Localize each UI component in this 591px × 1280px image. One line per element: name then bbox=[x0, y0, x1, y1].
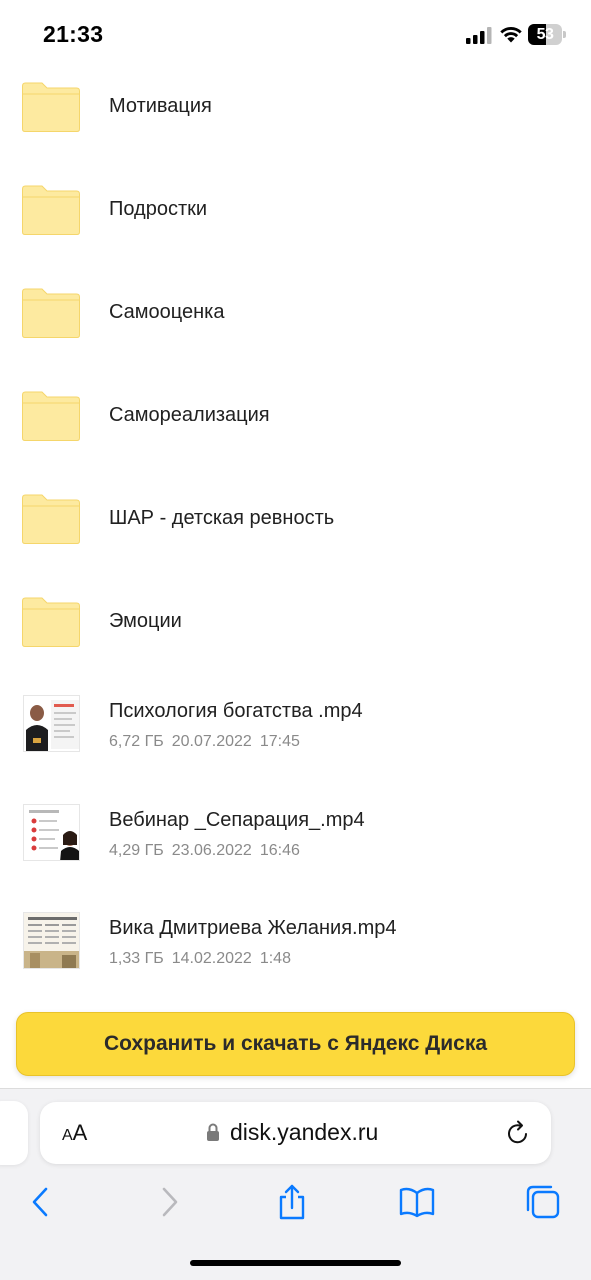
folder-icon bbox=[22, 597, 80, 647]
folder-name: ШАР - детская ревность bbox=[109, 507, 335, 529]
battery-body: 53 bbox=[528, 24, 562, 45]
battery-percent: 53 bbox=[536, 26, 554, 43]
folder-name: Подростки bbox=[109, 198, 208, 220]
folder-icon bbox=[22, 82, 80, 132]
folder-icon bbox=[22, 494, 80, 544]
home-indicator[interactable] bbox=[190, 1260, 401, 1266]
folder-name: Самооценка bbox=[109, 301, 225, 323]
file-time: 16:46 bbox=[259, 842, 300, 859]
status-time: 21:33 bbox=[43, 21, 104, 47]
file-time: 17:45 bbox=[259, 733, 300, 750]
lock-icon bbox=[207, 1123, 219, 1141]
file-time: 1:48 bbox=[259, 950, 291, 967]
file-meta: 4,29 ГБ 23.06.2022 16:46 bbox=[109, 842, 308, 860]
wifi-icon bbox=[500, 26, 522, 43]
folder-name: Эмоции bbox=[109, 610, 182, 632]
reload-icon[interactable] bbox=[506, 1120, 530, 1146]
bookmarks-icon[interactable] bbox=[399, 1184, 435, 1220]
file-item[interactable]: Вебинар _Сепарация_.mp4 4,29 ГБ 23.06.202… bbox=[0, 799, 591, 869]
file-item[interactable]: Вика Дмитриева Желания.mp4 1,33 ГБ 14.02.… bbox=[0, 907, 591, 977]
share-icon[interactable] bbox=[274, 1184, 310, 1220]
aa-large-letter: A bbox=[72, 1120, 88, 1145]
folder-name: Мотивация bbox=[109, 95, 212, 117]
file-size: 4,29 ГБ bbox=[109, 842, 164, 859]
folder-item[interactable]: Самореализация bbox=[0, 379, 591, 459]
file-name: Вика Дмитриева Желания.mp4 bbox=[109, 917, 397, 939]
file-date: 20.07.2022 bbox=[171, 733, 252, 750]
file-size: 1,33 ГБ bbox=[109, 950, 164, 967]
file-date: 23.06.2022 bbox=[171, 842, 252, 859]
folder-item[interactable]: Эмоции bbox=[0, 585, 591, 665]
status-bar: 21:33 53 bbox=[0, 0, 591, 70]
video-thumbnail-speaker bbox=[23, 695, 80, 752]
folder-item[interactable]: Мотивация bbox=[0, 70, 591, 150]
reader-settings-button[interactable]: AA bbox=[62, 1120, 87, 1146]
previous-tab-edge[interactable] bbox=[0, 1101, 28, 1165]
save-and-download-button[interactable]: Сохранить и скачать с Яндекс Диска bbox=[16, 1012, 575, 1076]
url-text[interactable]: disk.yandex.ru bbox=[230, 1119, 378, 1146]
back-icon[interactable] bbox=[23, 1184, 59, 1220]
folder-item[interactable]: Подростки bbox=[0, 173, 591, 253]
folder-name: Самореализация bbox=[109, 404, 270, 426]
file-item[interactable]: Психология богатства .mp4 6,72 ГБ 20.07.2… bbox=[0, 690, 591, 760]
file-meta: 6,72 ГБ 20.07.2022 17:45 bbox=[109, 733, 308, 751]
folder-item[interactable]: ШАР - детская ревность bbox=[0, 482, 591, 562]
video-thumbnail-document bbox=[23, 912, 80, 969]
battery-icon: 53 bbox=[528, 24, 566, 45]
browser-toolbar: AA disk.yandex.ru bbox=[0, 1088, 591, 1280]
file-name: Психология богатства .mp4 bbox=[109, 700, 363, 722]
cellular-signal-icon bbox=[466, 27, 492, 44]
address-bar[interactable]: AA disk.yandex.ru bbox=[40, 1102, 551, 1164]
folder-icon bbox=[22, 185, 80, 235]
folder-item[interactable]: Самооценка bbox=[0, 276, 591, 356]
file-size: 6,72 ГБ bbox=[109, 733, 164, 750]
file-name: Вебинар _Сепарация_.mp4 bbox=[109, 809, 365, 831]
file-meta: 1,33 ГБ 14.02.2022 1:48 bbox=[109, 950, 299, 968]
file-date: 14.02.2022 bbox=[171, 950, 252, 967]
forward-icon[interactable] bbox=[151, 1184, 187, 1220]
video-thumbnail-slides bbox=[23, 804, 80, 861]
battery-tip bbox=[563, 31, 566, 38]
folder-icon bbox=[22, 288, 80, 338]
tabs-icon[interactable] bbox=[525, 1184, 561, 1220]
folder-icon bbox=[22, 391, 80, 441]
aa-small-letter: A bbox=[62, 1127, 73, 1144]
